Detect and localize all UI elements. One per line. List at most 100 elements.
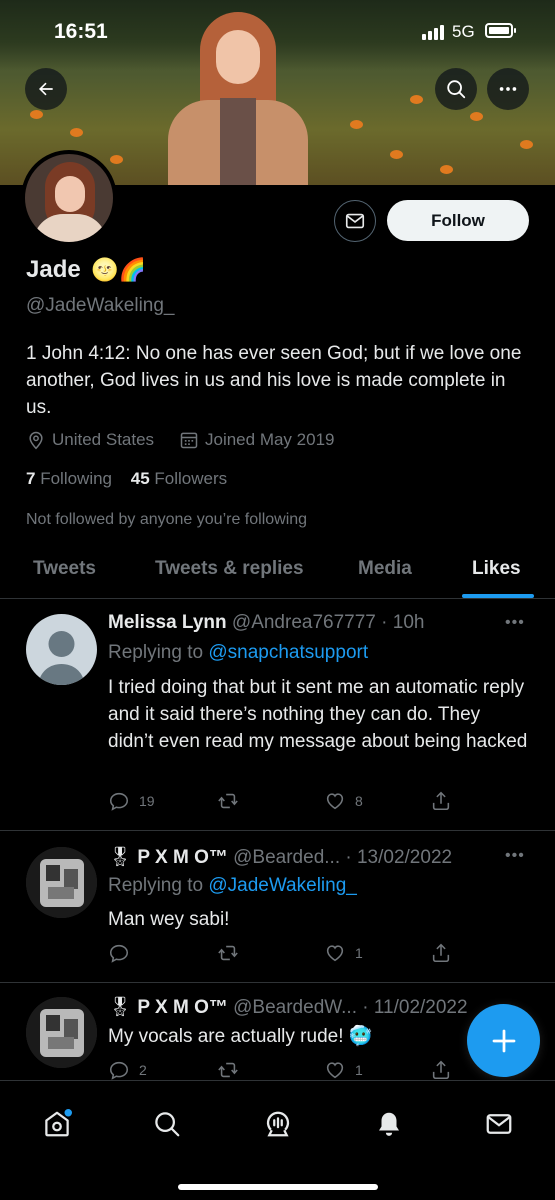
followers-count: 45	[130, 469, 150, 488]
follow-button[interactable]: Follow	[387, 200, 529, 241]
tweet-author-name[interactable]: P X M O™	[137, 997, 227, 1018]
home-indicator	[178, 1184, 378, 1190]
nav-explore[interactable]	[150, 1107, 184, 1141]
retweet-icon	[218, 945, 238, 961]
like-count: 8	[355, 793, 363, 809]
spaces-icon	[266, 1111, 290, 1137]
retweet-icon	[218, 1062, 238, 1078]
default-avatar-icon[interactable]	[26, 614, 97, 685]
tweet-item[interactable]: Melissa Lynn @Andrea767777 · 10h ••• Rep…	[0, 600, 555, 831]
profile-bio: 1 John 4:12: No one has ever seen God; b…	[26, 343, 522, 418]
like-button[interactable]: 1	[324, 1059, 363, 1081]
reply-icon	[109, 1061, 129, 1080]
bottom-navigation	[0, 1080, 555, 1200]
status-bar: 16:51 5G	[0, 18, 555, 48]
nav-spaces[interactable]	[261, 1107, 295, 1141]
tweet-text: Man wey sabi!	[108, 909, 230, 930]
tweet-header: 🎖 P X M O™ @BeardedW... · 11/02/2022	[108, 995, 468, 1019]
share-icon	[432, 1060, 450, 1080]
nav-messages[interactable]	[482, 1107, 516, 1141]
mail-icon	[345, 213, 365, 229]
messages-icon	[486, 1114, 512, 1134]
status-time: 16:51	[54, 20, 108, 43]
tweet-author-name[interactable]: P X M O™	[137, 847, 227, 868]
followers-link[interactable]: 45 Followers	[131, 469, 227, 488]
banner-pumpkin	[70, 128, 83, 137]
banner-pumpkin	[110, 155, 123, 164]
nav-home[interactable]	[40, 1107, 74, 1141]
tweet-text: My vocals are actually rude! 🥶	[108, 1026, 373, 1047]
medal-badge-icon: 🎖	[108, 997, 133, 1018]
tab-tweets-replies[interactable]: Tweets & replies	[155, 558, 304, 580]
profile-name-text: Jade	[26, 256, 81, 283]
profile-tabs: Tweets Tweets & replies Media Likes	[0, 550, 555, 599]
tweet-handle-time[interactable]: @BeardedW... · 11/02/2022	[233, 997, 467, 1018]
reply-button[interactable]	[108, 942, 139, 964]
tab-tweets[interactable]: Tweets	[33, 558, 96, 580]
replying-handle[interactable]: @snapchatsupport	[208, 642, 368, 663]
share-icon	[432, 943, 450, 963]
tweet-handle-time[interactable]: @Andrea767777 · 10h	[232, 612, 425, 633]
tweet-replying-to: Replying to @snapchatsupport	[108, 642, 368, 664]
compose-tweet-button[interactable]	[467, 1004, 540, 1077]
retweet-button[interactable]	[216, 942, 249, 964]
tweet-actions: 1	[108, 942, 458, 966]
share-button[interactable]	[430, 790, 452, 812]
retweet-button[interactable]	[216, 790, 249, 812]
following-link[interactable]: 7 Following	[26, 469, 112, 488]
reply-count: 19	[139, 793, 155, 809]
author-avatar[interactable]	[26, 847, 97, 918]
profile-avatar[interactable]	[21, 150, 117, 246]
notifications-icon	[379, 1112, 399, 1136]
battery-icon	[485, 23, 516, 38]
banner-pumpkin	[410, 95, 423, 104]
followers-label: Followers	[154, 469, 228, 488]
back-button[interactable]	[25, 68, 67, 110]
message-button[interactable]	[334, 200, 376, 242]
share-button[interactable]	[430, 942, 452, 964]
tweet-handle-time[interactable]: @Bearded... · 13/02/2022	[233, 847, 452, 868]
active-tab-indicator	[462, 594, 534, 598]
profile-name: Jade 🌝🌈	[26, 256, 146, 284]
tab-likes[interactable]: Likes	[472, 558, 521, 580]
joined-text: Joined May 2019	[205, 430, 335, 449]
share-button[interactable]	[430, 1059, 452, 1081]
share-icon	[432, 791, 450, 811]
replying-prefix: Replying to	[108, 875, 204, 896]
reply-icon	[109, 944, 129, 963]
retweet-button[interactable]	[216, 1059, 249, 1081]
nav-notifications[interactable]	[372, 1107, 406, 1141]
tweet-author-name[interactable]: Melissa Lynn	[108, 612, 227, 633]
like-count: 1	[355, 945, 363, 961]
banner-pumpkin	[440, 165, 453, 174]
search-button[interactable]	[435, 68, 477, 110]
compose-icon	[492, 1029, 515, 1052]
like-count: 1	[355, 1062, 363, 1078]
like-button[interactable]: 8	[324, 790, 363, 812]
back-arrow-icon	[39, 82, 53, 96]
medal-badge-icon: 🎖	[108, 847, 133, 868]
replying-handle[interactable]: @JadeWakeling_	[208, 875, 357, 896]
profile-name-emoji: 🌝🌈	[91, 257, 147, 282]
like-button[interactable]: 1	[324, 942, 363, 964]
following-count: 7	[26, 469, 36, 488]
follow-counts: 7 Following 45 Followers	[26, 469, 227, 489]
reply-button[interactable]: 2	[108, 1059, 147, 1081]
banner-pumpkin	[350, 120, 363, 129]
reply-button[interactable]: 19	[108, 790, 155, 812]
tweet-more-icon[interactable]: •••	[505, 614, 525, 632]
reply-icon	[109, 792, 129, 811]
reply-count: 2	[139, 1062, 147, 1078]
home-icon	[45, 1109, 72, 1137]
tweet-item[interactable]: 🎖 P X M O™ @Bearded... · 13/02/2022 ••• …	[0, 831, 555, 983]
not-followed-notice: Not followed by anyone you’re following	[26, 511, 308, 528]
tweet-header: 🎖 P X M O™ @Bearded... · 13/02/2022	[108, 845, 452, 869]
banner-pumpkin	[470, 112, 483, 121]
author-avatar[interactable]	[26, 997, 97, 1068]
more-icon	[499, 87, 517, 91]
more-button[interactable]	[487, 68, 529, 110]
tweet-more-icon[interactable]: •••	[505, 847, 525, 865]
tweet-text: I tried doing that but it sent me an aut…	[108, 677, 528, 752]
following-label: Following	[40, 469, 113, 488]
tab-media[interactable]: Media	[358, 558, 412, 580]
